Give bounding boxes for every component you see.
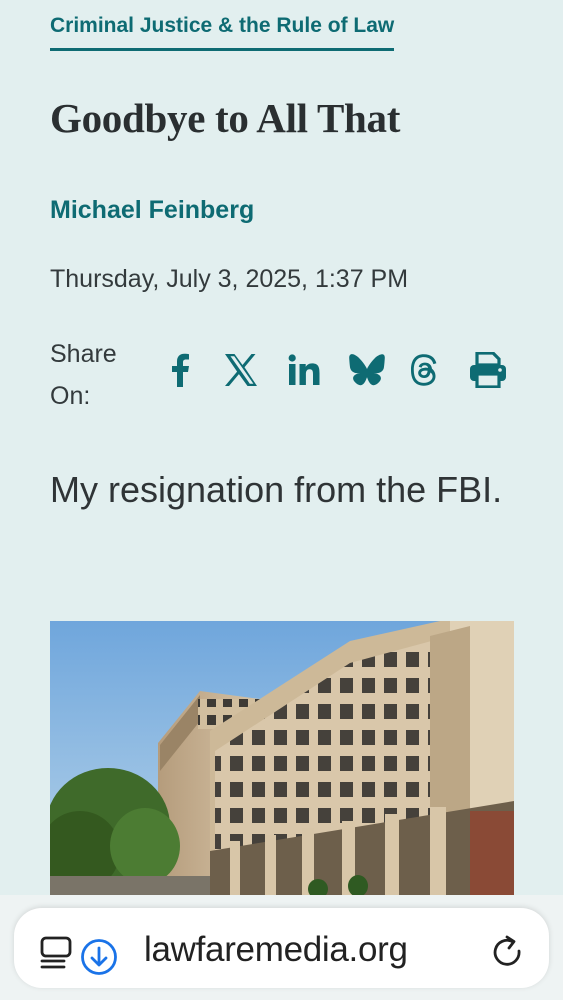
reader-mode-icon[interactable] (40, 936, 76, 975)
bluesky-icon[interactable] (347, 348, 387, 392)
author-link[interactable]: Michael Feinberg (50, 196, 254, 225)
article-dek: My resignation from the FBI. (50, 469, 503, 510)
print-icon[interactable] (469, 348, 507, 392)
article-title: Goodbye to All That (50, 95, 401, 141)
linkedin-icon[interactable] (285, 348, 323, 392)
facebook-icon[interactable] (158, 348, 202, 392)
threads-icon[interactable] (409, 348, 441, 392)
publish-date: Thursday, July 3, 2025, 1:37 PM (50, 265, 409, 293)
url-text[interactable]: lawfaremedia.org (144, 930, 408, 970)
share-icons (158, 348, 507, 392)
download-icon[interactable] (80, 938, 118, 981)
share-label: Share On: (50, 340, 117, 410)
hero-image-fbi-building (50, 621, 514, 900)
x-icon[interactable] (221, 348, 261, 392)
browser-address-bar[interactable]: lawfaremedia.org (14, 908, 549, 988)
category-link[interactable]: Criminal Justice & the Rule of Law (50, 14, 395, 51)
reload-icon[interactable] (489, 934, 527, 977)
article-page: Criminal Justice & the Rule of Law Goodb… (0, 0, 563, 1000)
